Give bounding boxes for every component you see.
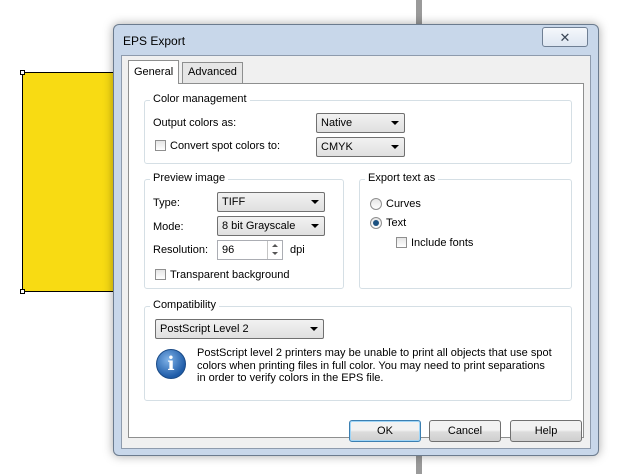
chevron-down-icon	[391, 121, 399, 125]
resolution-label: Resolution:	[153, 244, 209, 256]
info-line: in order to verify colors in the EPS fil…	[197, 372, 384, 384]
close-icon: ✕	[559, 29, 571, 45]
mode-value: 8 bit Grayscale	[222, 220, 296, 232]
resolution-value: 96	[222, 244, 235, 256]
resolution-spin-buttons	[267, 241, 282, 259]
spin-up-icon[interactable]	[268, 241, 282, 250]
type-label: Type:	[153, 197, 180, 209]
include-fonts-checkbox[interactable]	[396, 237, 407, 248]
chevron-down-icon	[391, 145, 399, 149]
title-bar[interactable]: EPS Export ✕	[114, 25, 598, 55]
curves-radio[interactable]	[370, 198, 382, 210]
resolution-unit: dpi	[290, 244, 305, 256]
dialog-title: EPS Export	[123, 34, 186, 48]
compatibility-value: PostScript Level 2	[160, 323, 249, 335]
compatibility-select[interactable]: PostScript Level 2	[155, 319, 324, 339]
selection-handle[interactable]	[20, 289, 25, 294]
export-text-group: Export text as Curves Text Include fonts	[359, 172, 572, 289]
export-text-legend: Export text as	[365, 172, 439, 184]
curves-label: Curves	[386, 198, 421, 210]
selection-handle[interactable]	[20, 70, 25, 75]
info-line: PostScript level 2 printers may be unabl…	[197, 347, 552, 359]
type-value: TIFF	[222, 196, 246, 208]
selected-yellow-rectangle[interactable]	[22, 72, 118, 292]
chevron-down-icon	[311, 200, 319, 204]
resolution-stepper[interactable]: 96	[217, 240, 283, 260]
type-select[interactable]: TIFF	[217, 192, 325, 212]
tab-advanced[interactable]: Advanced	[182, 62, 243, 83]
text-label: Text	[386, 217, 407, 229]
eps-export-dialog: EPS Export ✕ General Advanced Color mana…	[113, 24, 599, 456]
preview-image-legend: Preview image	[150, 172, 229, 184]
transparent-background-checkbox[interactable]	[155, 269, 166, 280]
chevron-down-icon	[311, 224, 319, 228]
general-tab-panel: Color management Output colors as: Nativ…	[128, 83, 584, 438]
convert-spot-label: Convert spot colors to:	[170, 140, 281, 152]
convert-spot-checkbox[interactable]	[155, 140, 166, 151]
mode-label: Mode:	[153, 221, 184, 233]
color-management-legend: Color management	[150, 93, 250, 105]
info-line: colors when printing files in full color…	[197, 359, 545, 372]
compatibility-group: Compatibility PostScript Level 2 i PostS…	[144, 299, 572, 401]
color-management-group: Color management Output colors as: Nativ…	[144, 93, 572, 164]
include-fonts-label: Include fonts	[411, 237, 474, 249]
cancel-button[interactable]: Cancel	[429, 420, 501, 442]
mode-select[interactable]: 8 bit Grayscale	[217, 216, 325, 236]
tab-general[interactable]: General	[128, 60, 180, 84]
chevron-down-icon	[310, 327, 318, 331]
output-colors-label: Output colors as:	[153, 117, 237, 129]
help-button[interactable]: Help	[510, 420, 582, 442]
radio-selected-dot	[373, 220, 379, 226]
convert-spot-select[interactable]: CMYK	[316, 137, 405, 157]
compatibility-info-text: PostScript level 2 printers may be unabl…	[197, 347, 552, 385]
spin-down-icon[interactable]	[268, 250, 282, 259]
info-icon: i	[156, 349, 186, 379]
ok-button[interactable]: OK	[349, 420, 421, 442]
compatibility-legend: Compatibility	[150, 299, 219, 311]
text-radio[interactable]	[370, 217, 382, 229]
preview-image-group: Preview image Type: TIFF Mode: 8 bit Gra…	[144, 172, 344, 289]
transparent-background-label: Transparent background	[170, 269, 290, 281]
dialog-client-area: General Advanced Color management Output…	[121, 55, 591, 449]
convert-spot-value: CMYK	[321, 141, 353, 153]
output-colors-select[interactable]: Native	[316, 113, 405, 133]
close-button[interactable]: ✕	[542, 27, 588, 47]
output-colors-value: Native	[321, 117, 353, 129]
